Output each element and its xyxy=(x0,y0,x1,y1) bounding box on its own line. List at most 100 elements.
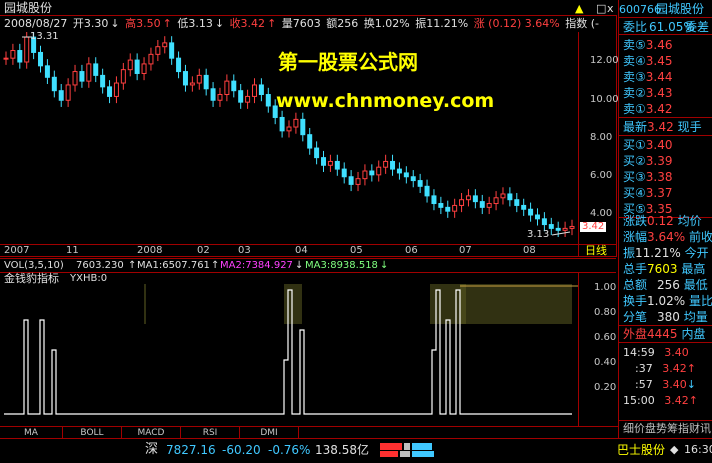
ind-y-tick: 0.80 xyxy=(594,307,617,318)
candle-body xyxy=(548,224,554,229)
tick-row: 15:00 3.42↑ xyxy=(623,394,698,407)
candle-body xyxy=(500,193,506,199)
candle-body xyxy=(486,203,492,208)
candle-body xyxy=(438,203,444,208)
status-amount: 138.58亿 xyxy=(315,443,369,457)
status-pct: -0.76% xyxy=(268,443,311,457)
status-clock-icon: ◆ xyxy=(670,443,679,456)
indicator-formula: YXHB:0 xyxy=(70,273,108,284)
status-time: 16:30 xyxy=(684,443,712,456)
x-tick: 06 xyxy=(405,245,418,256)
candle-body xyxy=(293,118,299,128)
market-breadth-bar xyxy=(380,443,436,457)
candle-body xyxy=(217,94,223,101)
scroll-up-icon[interactable]: ▲ xyxy=(575,3,583,14)
stock-name: 园城股份 xyxy=(656,2,705,16)
candle-body xyxy=(327,160,333,166)
stat-row: 振11.21% 今开 xyxy=(623,246,709,260)
weibi-label: 委比 xyxy=(623,20,648,34)
buy-1: 买①3.40 xyxy=(623,138,673,152)
candle-body xyxy=(334,160,340,170)
candle-body xyxy=(321,157,327,166)
candle-body xyxy=(369,170,375,176)
candle-body xyxy=(148,53,154,65)
candle-body xyxy=(86,63,92,82)
indicator-chart[interactable] xyxy=(0,284,578,424)
candle-body xyxy=(251,84,257,97)
candle-body xyxy=(107,86,113,97)
price-axis-divider xyxy=(578,32,579,257)
x-tick: 04 xyxy=(295,245,308,256)
restore-icon[interactable]: □ xyxy=(596,3,606,14)
candle-body xyxy=(203,74,209,90)
quote-tabs[interactable]: 细价盘势筹指财讯 xyxy=(623,422,711,436)
quote-panel: 600766 园城股份 委比 61.05% 委差 卖⑤3.46 卖④3.45 卖… xyxy=(618,0,712,462)
candle-body xyxy=(355,178,361,185)
candle-body xyxy=(341,168,347,178)
status-stock[interactable]: 巴士股份 xyxy=(617,444,665,456)
x-tick: 07 xyxy=(459,245,472,256)
y-tick: 12.00 xyxy=(590,55,619,66)
latest-price: 最新3.42 现手 xyxy=(623,120,702,134)
tick-row: 14:59 3.40 xyxy=(623,346,689,359)
y-tick: 10.00 xyxy=(590,94,619,105)
candle-body xyxy=(134,59,140,74)
x-tick: 05 xyxy=(350,245,363,256)
low-price-label: 3.13 xyxy=(527,229,550,240)
sell-3: 卖③3.44 xyxy=(623,70,673,84)
sell-4: 卖④3.45 xyxy=(623,54,673,68)
period-selector[interactable]: 日线 xyxy=(585,245,607,256)
candle-body xyxy=(452,204,458,212)
stat-row: 涨跌0.12 均价 xyxy=(623,214,702,228)
x-tick: 02 xyxy=(197,245,210,256)
candle-body xyxy=(224,80,230,96)
candle-body xyxy=(534,214,540,220)
candle-body xyxy=(431,195,437,205)
vol-label: VOL(3,5,10) xyxy=(4,260,64,271)
x-tick: 2007 xyxy=(4,245,30,256)
ind-y-tick: 0.40 xyxy=(594,357,617,368)
vol-ma1: MA1:6507.761 xyxy=(137,260,210,271)
x-tick: 03 xyxy=(238,245,251,256)
candle-body xyxy=(390,160,396,170)
close-icon[interactable]: x xyxy=(607,3,614,14)
candle-body xyxy=(155,46,161,55)
status-index: 7827.16 xyxy=(166,443,216,457)
window-title: 园城股份 xyxy=(4,1,53,15)
candle-body xyxy=(562,227,568,231)
candle-body xyxy=(176,57,182,73)
sell-5: 卖⑤3.46 xyxy=(623,38,673,52)
candle-body xyxy=(113,82,119,97)
candle-body xyxy=(100,74,106,88)
status-bar: 深 7827.16 -60.20 -0.76% 138.58亿 巴士股份 ◆ 1… xyxy=(0,438,712,463)
candle-body xyxy=(17,50,23,63)
stock-code: 600766 xyxy=(619,3,661,16)
candle-body xyxy=(479,201,485,208)
candle-body xyxy=(10,50,16,59)
watermark-title: 第一股票公式网 xyxy=(278,50,418,74)
candle-body xyxy=(541,218,547,226)
y-tick: 6.00 xyxy=(590,170,613,181)
candle-body xyxy=(65,84,71,101)
candle-body xyxy=(38,51,44,67)
status-market: 深 xyxy=(145,442,159,457)
candle-body xyxy=(127,59,133,71)
stat-row: 涨幅3.64% 前收 xyxy=(623,230,712,244)
candle-body xyxy=(258,84,264,96)
weicha-label: 委差 xyxy=(685,20,710,34)
candle-body xyxy=(514,199,520,206)
date-axis: 2007 11 2008 02 03 04 05 06 07 08 日线 xyxy=(0,244,616,258)
candle-body xyxy=(362,170,368,180)
candle-body xyxy=(348,176,354,185)
candle-body xyxy=(465,195,471,201)
ind-y-tick: 0.60 xyxy=(594,332,617,343)
candle-body xyxy=(72,71,78,86)
candle-body xyxy=(445,206,451,212)
indicator-title: 金钱豹指标 xyxy=(4,272,59,285)
x-tick: 2008 xyxy=(137,245,163,256)
vol-info-bar: VOL(3,5,10) 7603.230 ↑ MA1:6507.761 ↑ MA… xyxy=(0,258,616,273)
candle-body xyxy=(459,199,465,206)
candle-body xyxy=(417,180,423,187)
candle-body xyxy=(79,71,85,82)
candle-body xyxy=(58,90,64,101)
